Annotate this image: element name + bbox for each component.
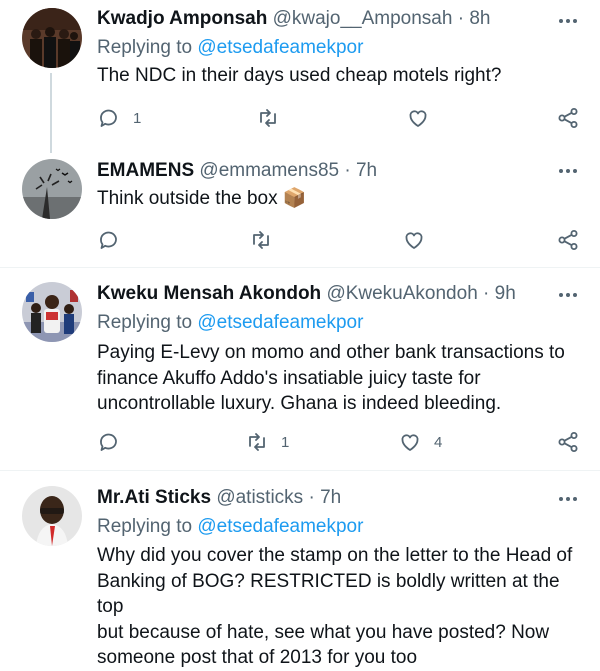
reply-icon [100, 231, 117, 249]
reply-button[interactable]: 1 [97, 106, 141, 130]
retweet-button[interactable] [256, 106, 280, 130]
share-button[interactable] [556, 228, 580, 252]
separator-dot: · [457, 8, 465, 29]
tweet-text-line: Paying E-Levy on momo and other bank tra… [97, 342, 565, 363]
reply-icon [100, 433, 117, 451]
retweet-count: 1 [281, 433, 290, 451]
tweet-text-line: Why did you cover the stamp on the lette… [97, 545, 573, 566]
replying-to-prefix: Replying to [97, 37, 193, 58]
tweet-text: Paying E-Levy on momo and other bank tra… [97, 340, 587, 417]
replying-to-prefix: Replying to [97, 312, 193, 333]
avatar[interactable] [22, 486, 82, 546]
share-icon [558, 230, 578, 250]
tweet-text: Think outside the box 📦 [97, 186, 587, 212]
thread-line [50, 73, 52, 153]
like-button[interactable]: 4 [398, 430, 442, 454]
avatar[interactable] [22, 159, 82, 219]
like-button[interactable] [402, 228, 426, 252]
replying-to-handle[interactable]: @etsedafeamekpor [197, 312, 363, 333]
tweet-header: Kweku Mensah Akondoh @KwekuAkondoh · 9h [97, 282, 516, 306]
like-button[interactable] [406, 106, 430, 130]
author-name[interactable]: EMAMENS [97, 160, 194, 181]
tweet-text-line: Banking of BOG? RESTRICTED is boldly wri… [97, 570, 560, 618]
more-icon[interactable] [556, 9, 580, 33]
reply-count: 1 [133, 109, 142, 127]
tweet-text-line: finance Akuffo Addo's insatiable juicy t… [97, 367, 481, 389]
replying-to-handle[interactable]: @etsedafeamekpor [197, 37, 363, 58]
timestamp[interactable]: 7h [356, 160, 377, 181]
retweet-icon [260, 109, 276, 127]
retweet-icon [249, 433, 265, 451]
avatar[interactable] [22, 282, 82, 342]
tweet-text: Why did you cover the stamp on the lette… [97, 543, 587, 671]
author-handle[interactable]: @KwekuAkondoh [326, 283, 477, 304]
author-name[interactable]: Mr.Ati Sticks [97, 487, 211, 508]
retweet-button[interactable] [249, 228, 273, 252]
tweet-header: Kwadjo Amponsah @kwajo__Amponsah · 8h [97, 7, 490, 31]
author-handle[interactable]: @kwajo__Amponsah [273, 8, 453, 29]
more-icon[interactable] [556, 159, 580, 183]
author-handle[interactable]: @atisticks [216, 487, 303, 508]
tweet-3[interactable]: Kweku Mensah Akondoh @KwekuAkondoh · 9h … [0, 268, 600, 469]
like-icon [401, 434, 419, 451]
tweet-text-line: but because of hate, see what you have p… [97, 621, 550, 643]
tweet-1[interactable]: Kwadjo Amponsah @kwajo__Amponsah · 8h Re… [0, 0, 600, 153]
retweet-button[interactable]: 1 [245, 430, 289, 454]
timestamp[interactable]: 7h [320, 487, 341, 508]
avatar[interactable] [22, 8, 82, 68]
separator-dot: · [344, 160, 351, 181]
replying-to: Replying to @etsedafeamekpor [97, 515, 363, 539]
retweet-icon [253, 231, 269, 249]
separator-dot: · [308, 487, 315, 508]
tweet-text-content: Think outside the box 📦 [97, 188, 307, 209]
share-button[interactable] [556, 430, 580, 454]
tweet-text-content: The NDC in their days used cheap motels … [97, 65, 502, 86]
tweet-text-line: someone post that of 2013 for you too [97, 647, 418, 668]
separator-dot: · [483, 283, 490, 304]
replying-to: Replying to @etsedafeamekpor [97, 311, 363, 335]
tweet-header: EMAMENS @emmamens85 · 7h [97, 159, 377, 183]
replying-to: Replying to @etsedafeamekpor [97, 36, 363, 60]
timestamp[interactable]: 8h [469, 8, 490, 29]
author-handle[interactable]: @emmamens85 [199, 160, 339, 181]
share-icon [558, 108, 578, 128]
tweet-4[interactable]: Mr.Ati Sticks @atisticks · 7h Replying t… [0, 471, 600, 668]
timestamp[interactable]: 9h [495, 283, 516, 304]
author-name[interactable]: Kwadjo Amponsah [97, 8, 267, 29]
like-icon [409, 110, 427, 127]
tweet-2[interactable]: EMAMENS @emmamens85 · 7h Think outside t… [0, 150, 600, 267]
tweet-header: Mr.Ati Sticks @atisticks · 7h [97, 486, 341, 510]
tweet-text-line: uncontrollable luxury. Ghana is indeed b… [97, 393, 502, 414]
replying-to-prefix: Replying to [97, 516, 193, 537]
more-icon[interactable] [556, 283, 580, 307]
reply-button[interactable] [97, 430, 133, 454]
replying-to-handle[interactable]: @etsedafeamekpor [197, 516, 363, 537]
tweet-text: The NDC in their days used cheap motels … [97, 63, 587, 89]
share-icon [558, 432, 578, 452]
like-icon [405, 232, 423, 249]
share-button[interactable] [556, 106, 580, 130]
reply-icon [100, 109, 117, 127]
author-name[interactable]: Kweku Mensah Akondoh [97, 283, 321, 304]
like-count: 4 [434, 433, 443, 451]
reply-button[interactable] [97, 228, 133, 252]
more-icon[interactable] [556, 487, 580, 511]
